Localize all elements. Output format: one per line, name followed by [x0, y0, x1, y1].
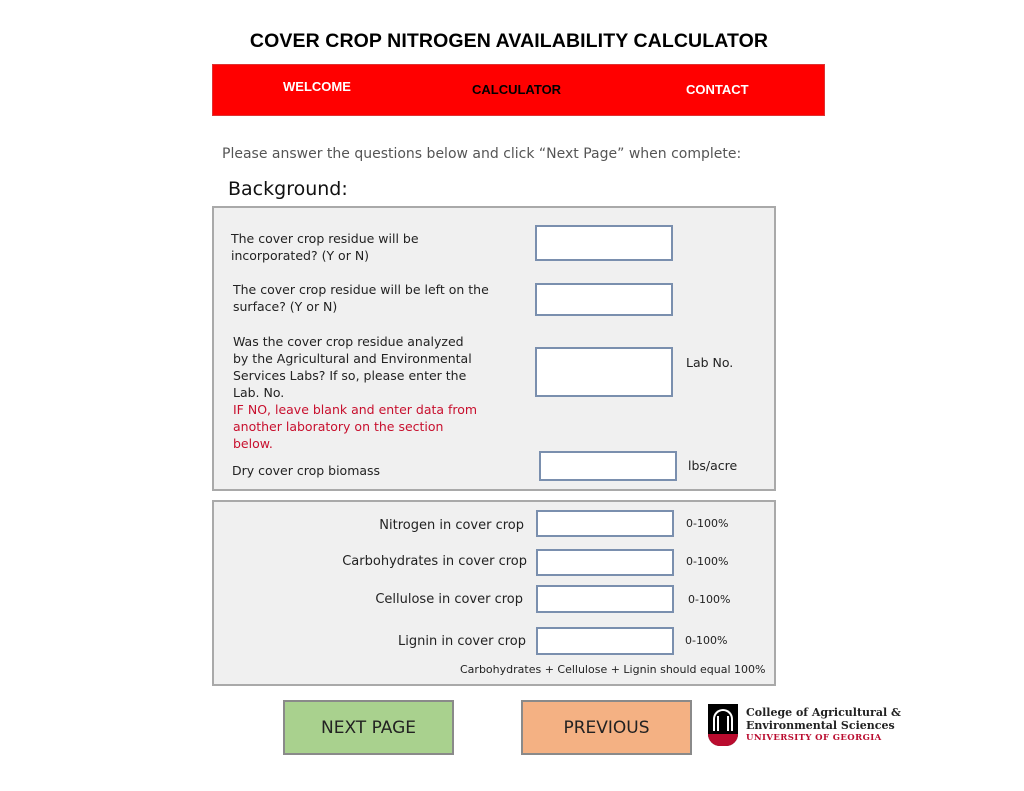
section-title-background: Background: — [228, 178, 348, 200]
nitrogen-label: Nitrogen in cover crop — [379, 518, 524, 533]
lab-number-input[interactable] — [535, 347, 673, 397]
biomass-unit: lbs/acre — [688, 458, 738, 473]
question-text: by the Agricultural and Environmental — [233, 351, 472, 366]
next-page-button[interactable]: NEXT PAGE — [283, 700, 454, 755]
question-biomass: Dry cover crop biomass — [232, 463, 381, 478]
question-text: The cover crop residue will be left on t… — [233, 282, 489, 297]
question-lab: Was the cover crop residue analyzed by t… — [233, 333, 477, 452]
question-surface: The cover crop residue will be left on t… — [233, 281, 489, 315]
surface-input[interactable] — [535, 283, 673, 316]
instructions-text: Please answer the questions below and cl… — [222, 146, 742, 162]
question-text: incorporated? (Y or N) — [231, 248, 370, 263]
warning-text: another laboratory on the section — [233, 419, 444, 434]
uga-arch-icon — [708, 704, 738, 746]
uga-caes-logo: College of Agricultural & Environmental … — [708, 704, 901, 748]
carbohydrates-label: Carbohydrates in cover crop — [342, 554, 527, 569]
cellulose-label: Cellulose in cover crop — [375, 592, 523, 607]
warning-text: below. — [233, 436, 273, 451]
logo-college-line2: Environmental Sciences — [746, 719, 895, 732]
warning-text: IF NO, leave blank and enter data from — [233, 402, 478, 417]
nav-item-welcome[interactable]: WELCOME — [283, 79, 351, 94]
cellulose-input[interactable] — [536, 585, 674, 613]
nav-item-contact[interactable]: CONTACT — [686, 82, 749, 97]
nitrogen-input[interactable] — [536, 510, 674, 537]
lignin-label: Lignin in cover crop — [398, 634, 526, 649]
lignin-input[interactable] — [536, 627, 674, 655]
lignin-range: 0-100% — [685, 634, 728, 647]
question-text: Was the cover crop residue analyzed — [233, 334, 464, 349]
composition-note: Carbohydrates + Cellulose + Lignin shoul… — [460, 663, 766, 676]
page-title-text: COVER CROP NITROGEN AVAILABILITY CALCULA… — [249, 30, 769, 52]
nav-bar: WELCOME CALCULATOR CONTACT — [212, 64, 825, 116]
logo-college-line1: College of Agricultural & — [746, 706, 901, 719]
lab-number-unit: Lab No. — [686, 355, 734, 370]
question-text: Lab. No. — [233, 385, 285, 400]
incorporated-input[interactable] — [535, 225, 673, 261]
question-text: surface? (Y or N) — [233, 299, 338, 314]
question-text: The cover crop residue will be — [231, 231, 419, 246]
previous-button[interactable]: PREVIOUS — [521, 700, 692, 755]
question-incorporated: The cover crop residue will be incorpora… — [231, 230, 419, 264]
cellulose-range: 0-100% — [688, 593, 731, 606]
carbohydrates-range: 0-100% — [686, 555, 729, 568]
nitrogen-range: 0-100% — [686, 517, 729, 530]
nav-item-calculator[interactable]: CALCULATOR — [472, 82, 561, 97]
logo-university: UNIVERSITY OF GEORGIA — [746, 733, 882, 743]
carbohydrates-input[interactable] — [536, 549, 674, 576]
page-title: COVER CROP NITROGEN AVAILABILITY CALCULA… — [0, 30, 1024, 53]
biomass-input[interactable] — [539, 451, 677, 481]
question-text: Services Labs? If so, please enter the — [233, 368, 467, 383]
